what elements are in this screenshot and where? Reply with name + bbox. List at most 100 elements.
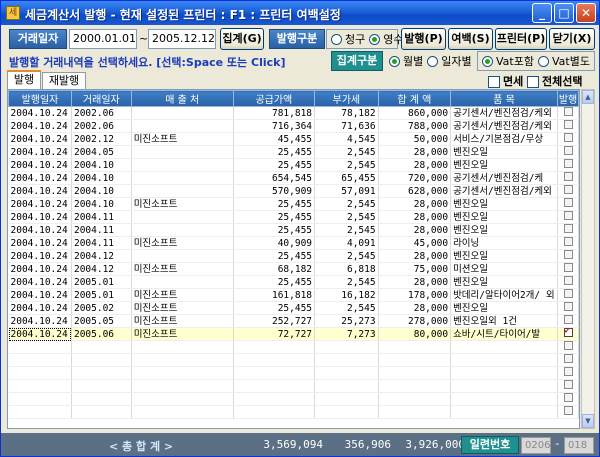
maximize-button[interactable]: □ — [554, 3, 574, 23]
issue-checkbox[interactable] — [563, 276, 573, 285]
cell-issued[interactable] — [557, 223, 579, 237]
table-row[interactable]: 2004.10.24 2004.10 25,455 2,545 28,000 벤진오일 — [8, 158, 579, 172]
issue-checkbox[interactable] — [563, 185, 573, 194]
radio-vat-excluded-label: Vat별도 — [551, 55, 590, 68]
issue-checkbox[interactable] — [563, 393, 573, 402]
table-row[interactable]: 2004.10.24 2004.12 미진소프트 68,182 6,818 75,000 미… — [8, 262, 579, 276]
issue-checkbox[interactable] — [563, 341, 573, 350]
cell-issued[interactable] — [557, 314, 579, 328]
serial-from-input[interactable]: 0206 — [521, 437, 551, 454]
radio-vat-included[interactable]: Vat포함 — [482, 53, 534, 69]
total-amount: 3,926,000 — [405, 438, 465, 451]
cell-issued[interactable] — [557, 210, 579, 224]
minimize-button[interactable]: _ — [532, 3, 552, 23]
close-button[interactable]: 닫기(X) — [549, 28, 595, 50]
column-header[interactable]: 매 출 처 — [130, 90, 234, 107]
issue-checkbox[interactable] — [563, 250, 573, 259]
issue-checkbox[interactable] — [563, 354, 573, 363]
issue-checkbox[interactable] — [563, 367, 573, 376]
issue-checkbox[interactable] — [563, 315, 573, 324]
cell-supply: 25,455 — [233, 301, 316, 315]
issue-checkbox[interactable] — [563, 146, 573, 155]
table-row[interactable]: 2004.10.24 2005.01 25,455 2,545 28,000 벤진오일 — [8, 275, 579, 289]
column-header[interactable]: 공급가액 — [232, 90, 316, 107]
table-row[interactable]: 2004.10.24 2004.11 미진소프트 40,909 4,091 45,000 라… — [8, 236, 579, 250]
column-header[interactable]: 부가세 — [314, 90, 379, 107]
date-to-input[interactable]: 2005.12.12 — [148, 29, 216, 49]
cell-issued[interactable] — [557, 158, 579, 172]
cell-issued[interactable] — [557, 301, 579, 315]
cell-issued[interactable] — [557, 171, 579, 185]
issue-checkbox[interactable] — [563, 263, 573, 272]
cell-issued[interactable] — [557, 197, 579, 211]
radio-monthly[interactable]: 월별 — [389, 53, 423, 69]
cell-issued[interactable] — [557, 145, 579, 159]
vertical-scrollbar[interactable]: ▲ ▼ — [581, 89, 595, 429]
table-row[interactable]: 2004.10.24 2004.11 25,455 2,545 28,000 벤진오일 — [8, 223, 579, 237]
radio-vat-excluded[interactable]: Vat별도 — [537, 53, 590, 69]
title-bar[interactable]: 세 세금계산서 발행 - 현재 설정된 프린터 : F1 : 프린터 여백설정 … — [1, 1, 599, 25]
radio-receipt[interactable]: 영수 — [369, 31, 404, 47]
issue-checkbox[interactable] — [563, 380, 573, 389]
issue-button[interactable]: 발행(P) — [401, 28, 446, 50]
issue-checkbox[interactable] — [563, 107, 573, 116]
table-row[interactable]: 2004.10.24 2002.06 781,818 78,182 860,000 공기센… — [8, 106, 579, 120]
table-row[interactable]: 2004.10.24 2002.06 716,364 71,636 788,000 공기센… — [8, 119, 579, 133]
table-row[interactable]: 2004.10.24 2004.05 25,455 2,545 28,000 벤진오일 — [8, 145, 579, 159]
issue-checkbox[interactable] — [563, 328, 573, 337]
table-row[interactable]: 2004.10.24 2005.05 미진소프트 252,727 25,273 278,0… — [8, 314, 579, 328]
serial-to-input[interactable]: 018 — [564, 437, 594, 454]
printer-button[interactable]: 프린터(P) — [495, 28, 547, 50]
cell-supply: 25,455 — [233, 145, 316, 159]
issue-checkbox[interactable] — [563, 120, 573, 129]
cell-vat: 2,545 — [314, 301, 379, 315]
issue-checkbox[interactable] — [563, 172, 573, 181]
select-all-checkbox[interactable]: 전체선택 — [527, 73, 582, 89]
aggregate-button[interactable]: 집계(G) — [220, 28, 264, 50]
table-row[interactable]: 2004.10.24 2004.10 654,545 65,455 720,000 공기센… — [8, 171, 579, 185]
column-header[interactable]: 발행일자 — [8, 90, 72, 107]
margin-button[interactable]: 여백(S) — [448, 28, 493, 50]
issue-checkbox[interactable] — [563, 237, 573, 246]
cell-issued[interactable] — [557, 327, 579, 341]
transaction-grid[interactable]: 발행일자 거래일자 매 출 처 공급가액 부가세 합 계 액 품 목 발행 20… — [7, 89, 580, 429]
issue-checkbox[interactable] — [563, 211, 573, 220]
scroll-up-icon[interactable]: ▲ — [582, 90, 594, 104]
column-header[interactable]: 품 목 — [450, 90, 559, 107]
cell-issued[interactable] — [557, 249, 579, 263]
tax-free-checkbox[interactable]: 면세 — [488, 73, 523, 89]
tab-issue[interactable]: 발행 — [7, 70, 41, 89]
issue-checkbox[interactable] — [563, 302, 573, 311]
tab-reissue[interactable]: 재발행 — [42, 72, 86, 89]
issue-checkbox[interactable] — [563, 133, 573, 142]
issue-checkbox[interactable] — [563, 198, 573, 207]
issue-checkbox[interactable] — [563, 159, 573, 168]
radio-daily[interactable]: 일자별 — [427, 53, 472, 69]
column-header[interactable]: 발행 — [557, 90, 579, 107]
cell-issued[interactable] — [557, 262, 579, 276]
table-row[interactable]: 2004.10.24 2005.01 미진소프트 161,818 16,182 178,0… — [8, 288, 579, 302]
issue-checkbox[interactable] — [563, 289, 573, 298]
cell-issued[interactable] — [557, 132, 579, 146]
column-header[interactable]: 합 계 액 — [377, 90, 452, 107]
close-window-button[interactable]: ✕ — [576, 3, 596, 23]
column-header[interactable]: 거래일자 — [70, 90, 132, 107]
cell-issued[interactable] — [557, 119, 579, 133]
date-from-input[interactable]: 2000.01.01 — [69, 29, 137, 49]
radio-claim[interactable]: 청구 — [331, 31, 365, 47]
cell-issued[interactable] — [557, 275, 579, 289]
table-row[interactable]: 2004.10.24 2005.06 미진소프트 72,727 7,273 80,000 쇼… — [8, 327, 579, 341]
table-row[interactable]: 2004.10.24 2004.11 25,455 2,545 28,000 벤진오일 — [8, 210, 579, 224]
table-row[interactable]: 2004.10.24 2002.12 미진소프트 45,455 4,545 50,000 서… — [8, 132, 579, 146]
issue-checkbox[interactable] — [563, 224, 573, 233]
cell-issued[interactable] — [557, 288, 579, 302]
table-row[interactable]: 2004.10.24 2005.02 미진소프트 25,455 2,545 28,000 벤… — [8, 301, 579, 315]
cell-issued[interactable] — [557, 106, 579, 120]
cell-issued[interactable] — [557, 184, 579, 198]
scroll-down-icon[interactable]: ▼ — [582, 414, 594, 428]
table-row[interactable]: 2004.10.24 2004.10 570,909 57,091 628,000 공기센… — [8, 184, 579, 198]
cell-issued[interactable] — [557, 236, 579, 250]
table-row[interactable]: 2004.10.24 2004.12 25,455 2,545 28,000 벤진오일 — [8, 249, 579, 263]
issue-checkbox[interactable] — [563, 406, 573, 415]
table-row[interactable]: 2004.10.24 2004.10 미진소프트 25,455 2,545 28,000 벤… — [8, 197, 579, 211]
